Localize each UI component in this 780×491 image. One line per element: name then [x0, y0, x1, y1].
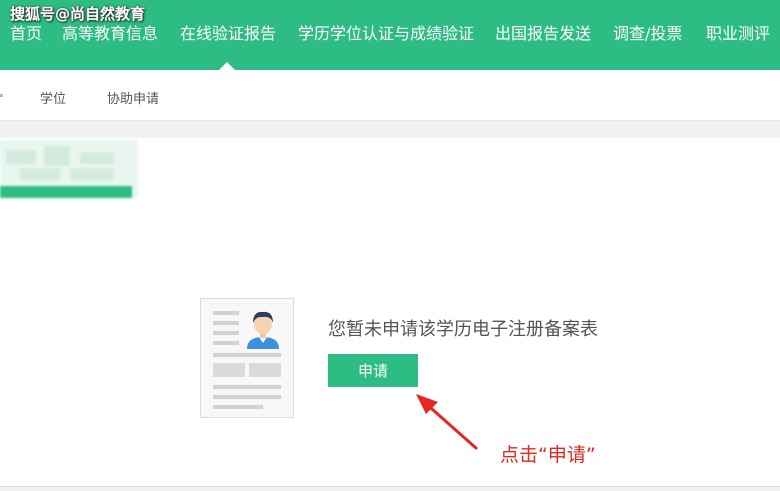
nav-item-career-test[interactable]: 职业测评 [706, 20, 770, 44]
document-avatar-icon [200, 298, 294, 418]
nav-item-survey-vote[interactable]: 调查/投票 [613, 20, 682, 44]
empty-state-message: 您暂未申请该学历电子注册备案表 [328, 319, 598, 340]
annotation-text: 点击“申请” [500, 444, 596, 466]
sub-navigation: 学位 协助申请 [0, 70, 780, 121]
subnav-item-assist-apply[interactable]: 协助申请 [107, 88, 159, 107]
nav-item-online-verification[interactable]: 在线验证报告 [180, 20, 276, 44]
nav-item-overseas-report[interactable]: 出国报告发送 [495, 20, 591, 44]
top-navigation: 搜狐号@尚自然教育 首页 高等教育信息 在线验证报告 学历学位认证与成绩验证 出… [0, 0, 780, 71]
arrow-icon [416, 394, 478, 450]
avatar-icon [247, 311, 279, 349]
nav-item-degree-certification[interactable]: 学历学位认证与成绩验证 [298, 20, 474, 44]
watermark: 搜狐号@尚自然教育 [10, 5, 146, 23]
subnav-item-degree[interactable]: 学位 [40, 88, 66, 107]
subnav-cut-item [0, 94, 3, 97]
apply-button[interactable]: 申请 [328, 354, 418, 387]
main-panel [0, 138, 780, 487]
blurred-tab-area [0, 140, 138, 198]
